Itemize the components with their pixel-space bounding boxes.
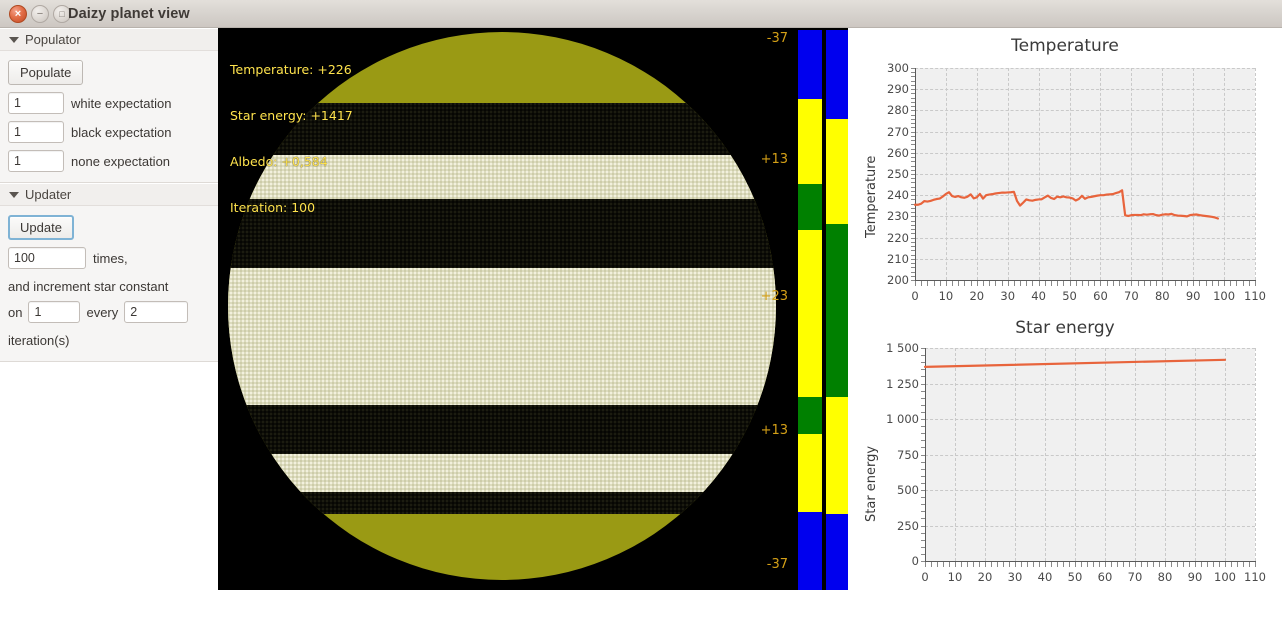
albedo-bar-segment (798, 397, 822, 434)
planet-band-black (228, 492, 776, 515)
black-expectation-label: black expectation (71, 124, 172, 140)
window-controls: × − □ (9, 5, 71, 23)
update-button[interactable]: Update (8, 215, 74, 240)
increment-star-constant-text: and increment star constant (8, 279, 169, 294)
populator-group: Populator Populate 1 white expectation 1… (0, 28, 218, 183)
temperature-chart: Temperature Temperature 200 210 220 230 240 2… (848, 28, 1282, 318)
black-expectation-input[interactable]: 1 (8, 121, 64, 143)
latitude-label-4: +13 (760, 423, 788, 438)
stat-albedo: Albedo: +0,584 (230, 154, 328, 170)
planet-band-white (228, 267, 776, 405)
albedo-bar-segment (826, 224, 848, 397)
increment-interval-input[interactable]: 2 (124, 301, 189, 323)
white-expectation-input[interactable]: 1 (8, 92, 64, 114)
chevron-down-icon (9, 192, 19, 198)
albedo-bar-segment (826, 514, 848, 590)
latitude-label-3: +23 (760, 289, 788, 304)
albedo-bar-segment (826, 397, 848, 514)
stat-star-energy: Star energy: +1417 (230, 108, 353, 124)
updater-group: Updater Update 100 times, and increment … (0, 183, 218, 362)
albedo-bar-right (826, 30, 848, 590)
populator-group-label: Populator (25, 32, 81, 47)
planet-band-white (228, 453, 776, 493)
increment-controls-row: on 1 every 2 (8, 301, 210, 323)
minimize-icon: − (36, 7, 44, 20)
none-expectation-label: none expectation (71, 153, 171, 169)
populator-group-body: Populate 1 white expectation 1 black exp… (0, 51, 218, 182)
planet-band-black (228, 404, 776, 454)
close-button[interactable]: × (9, 5, 27, 23)
albedo-bar-segment (798, 434, 822, 512)
latitude-label-5: -37 (766, 557, 788, 572)
updater-group-header[interactable]: Updater (0, 183, 218, 206)
simulation-stats-overlay: Temperature: +226 Star energy: +1417 Alb… (230, 31, 353, 247)
albedo-bar-segment (798, 512, 822, 590)
update-times-label: times, (93, 250, 128, 266)
albedo-bar-segment (798, 184, 822, 230)
albedo-bar-segment (798, 99, 822, 184)
populator-group-header[interactable]: Populator (0, 28, 218, 51)
minimize-button[interactable]: − (31, 5, 49, 23)
albedo-bar-left (798, 30, 822, 590)
latitude-label-1: -37 (766, 31, 788, 46)
updater-group-body: Update 100 times, and increment star con… (0, 206, 218, 361)
app-window: × − □ Daizy planet view Populator Popula… (0, 0, 1282, 630)
update-times-input[interactable]: 100 (8, 247, 86, 269)
window-title: Daizy planet view (68, 6, 190, 22)
increment-amount-input[interactable]: 1 (28, 301, 81, 323)
increment-every-label: every (86, 304, 119, 320)
stat-temperature: Temperature: +226 (230, 61, 352, 77)
updater-group-label: Updater (25, 187, 72, 202)
none-expectation-row: 1 none expectation (8, 150, 210, 172)
update-times-row: 100 times, (8, 247, 210, 269)
planet-view[interactable]: Temperature: +226 Star energy: +1417 Alb… (218, 28, 848, 590)
none-expectation-input[interactable]: 1 (8, 150, 64, 172)
populate-button[interactable]: Populate (8, 60, 84, 85)
close-icon: × (14, 7, 22, 20)
series-overlay (913, 189, 1220, 220)
sidebar: Populator Populate 1 white expectation 1… (0, 28, 218, 630)
white-expectation-label: white expectation (71, 95, 172, 111)
latitude-label-2: +13 (760, 152, 788, 167)
black-expectation-row: 1 black expectation (8, 121, 210, 143)
chevron-down-icon (9, 37, 19, 43)
albedo-bar-segment (798, 30, 822, 99)
albedo-bar-segment (798, 230, 822, 397)
stat-iteration: Iteration: 100 (230, 200, 316, 216)
albedo-bar-segment (826, 119, 848, 224)
data-line (913, 189, 1220, 220)
iterations-label: iteration(s) (8, 333, 70, 348)
series-overlay (923, 358, 1227, 368)
star-energy-chart: Star energy Star energy 0 250 500 750 1 000 1… (848, 310, 1282, 600)
data-line (923, 358, 1227, 368)
increment-on-label: on (8, 304, 23, 320)
window-titlebar: × − □ Daizy planet view (0, 0, 1282, 28)
albedo-bar-segment (826, 30, 848, 119)
white-expectation-row: 1 white expectation (8, 92, 210, 114)
